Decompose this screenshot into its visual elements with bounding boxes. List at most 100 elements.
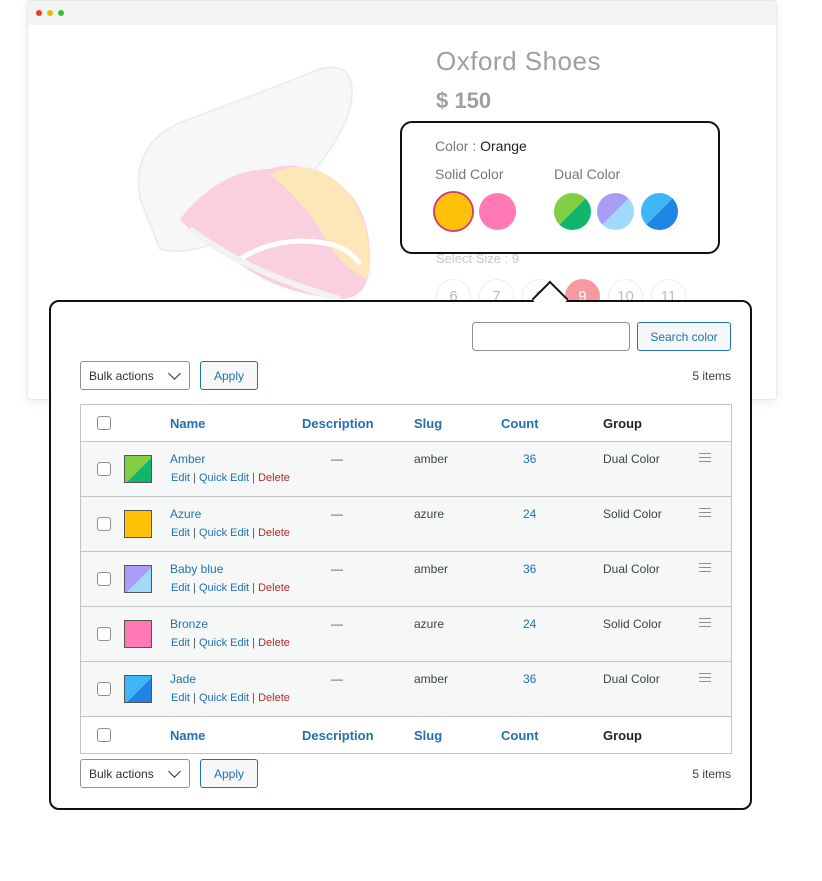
color-name-link[interactable]: Amber xyxy=(170,452,205,466)
slug-cell: amber xyxy=(414,562,449,576)
color-name-link[interactable]: Jade xyxy=(170,672,196,686)
quick-edit-link[interactable]: Quick Edit xyxy=(199,637,249,649)
solid-color-label: Solid Color xyxy=(435,166,504,182)
column-description[interactable]: Description xyxy=(302,416,374,431)
solid-swatch-bronze[interactable] xyxy=(479,193,516,230)
column-slug-footer[interactable]: Slug xyxy=(414,728,442,743)
color-name-link[interactable]: Baby blue xyxy=(170,562,223,576)
action-separator: | xyxy=(193,472,196,484)
row-actions: Edit | Quick Edit | Delete xyxy=(171,692,290,704)
column-slug[interactable]: Slug xyxy=(414,416,442,431)
action-separator: | xyxy=(193,637,196,649)
slug-cell: azure xyxy=(414,617,445,631)
color-admin-panel: Search color Bulk actions Apply 5 items … xyxy=(49,300,752,810)
group-cell: Dual Color xyxy=(603,562,660,576)
action-separator: | xyxy=(252,582,256,594)
close-dot-icon[interactable] xyxy=(36,10,42,16)
group-cell: Solid Color xyxy=(603,617,662,631)
action-separator: | xyxy=(252,472,256,484)
count-link[interactable]: 36 xyxy=(523,452,536,466)
delete-link[interactable]: Delete xyxy=(258,637,290,649)
colors-table: Name Description Slug Count Group Amber E… xyxy=(80,404,732,754)
action-separator: | xyxy=(252,527,256,539)
delete-link[interactable]: Delete xyxy=(258,472,290,484)
delete-link[interactable]: Delete xyxy=(258,527,290,539)
delete-link[interactable]: Delete xyxy=(258,582,290,594)
callout-pointer-mask xyxy=(530,302,570,312)
product-image xyxy=(100,49,400,309)
drag-handle-icon[interactable] xyxy=(699,618,711,630)
column-description-footer[interactable]: Description xyxy=(302,728,374,743)
minimize-dot-icon[interactable] xyxy=(47,10,53,16)
quick-edit-link[interactable]: Quick Edit xyxy=(199,527,249,539)
column-count[interactable]: Count xyxy=(501,416,539,431)
action-separator: | xyxy=(252,692,256,704)
row-checkbox[interactable] xyxy=(97,462,111,476)
apply-button-top[interactable]: Apply xyxy=(200,361,258,390)
row-checkbox[interactable] xyxy=(97,627,111,641)
solid-swatch-amber[interactable] xyxy=(435,193,472,230)
color-name-link[interactable]: Bronze xyxy=(170,617,208,631)
dual-swatch-amber[interactable] xyxy=(554,193,591,230)
items-count-top: 5 items xyxy=(692,369,731,383)
group-cell: Solid Color xyxy=(603,507,662,521)
column-count-footer[interactable]: Count xyxy=(501,728,539,743)
select-all-checkbox[interactable] xyxy=(97,416,111,430)
column-name-footer[interactable]: Name xyxy=(170,728,205,743)
drag-handle-icon[interactable] xyxy=(699,673,711,685)
count-link[interactable]: 24 xyxy=(523,507,536,521)
description-cell: — xyxy=(331,452,343,466)
chevron-down-icon xyxy=(168,367,181,380)
row-checkbox[interactable] xyxy=(97,572,111,586)
count-link[interactable]: 36 xyxy=(523,672,536,686)
action-separator: | xyxy=(252,637,256,649)
action-separator: | xyxy=(193,527,196,539)
drag-handle-icon[interactable] xyxy=(699,563,711,575)
dual-swatch-jade[interactable] xyxy=(641,193,678,230)
count-link[interactable]: 24 xyxy=(523,617,536,631)
edit-link[interactable]: Edit xyxy=(171,582,190,594)
table-row: Azure Edit | Quick Edit | Delete — azure 24 S… xyxy=(81,497,731,552)
count-link[interactable]: 36 xyxy=(523,562,536,576)
edit-link[interactable]: Edit xyxy=(171,472,190,484)
quick-edit-link[interactable]: Quick Edit xyxy=(199,472,249,484)
color-name-link[interactable]: Azure xyxy=(170,507,201,521)
bulk-actions-select-top[interactable]: Bulk actions xyxy=(80,361,190,390)
slug-cell: amber xyxy=(414,452,449,466)
browser-titlebar xyxy=(28,1,776,25)
table-row: Amber Edit | Quick Edit | Delete — amber 36 D… xyxy=(81,442,731,497)
edit-link[interactable]: Edit xyxy=(171,637,190,649)
quick-edit-link[interactable]: Quick Edit xyxy=(199,582,249,594)
edit-link[interactable]: Edit xyxy=(171,527,190,539)
row-checkbox[interactable] xyxy=(97,682,111,696)
items-count-bottom: 5 items xyxy=(692,767,731,781)
product-price: $ 150 xyxy=(436,88,492,113)
select-all-checkbox-footer[interactable] xyxy=(97,728,111,742)
action-separator: | xyxy=(193,692,196,704)
row-actions: Edit | Quick Edit | Delete xyxy=(171,582,290,594)
apply-button-bottom[interactable]: Apply xyxy=(200,759,258,788)
quick-edit-link[interactable]: Quick Edit xyxy=(199,692,249,704)
group-cell: Dual Color xyxy=(603,452,660,466)
bulk-actions-select-bottom[interactable]: Bulk actions xyxy=(80,759,190,788)
search-input[interactable] xyxy=(472,322,630,351)
description-cell: — xyxy=(331,562,343,576)
selected-color-line: Color : Orange xyxy=(435,138,527,154)
color-value: Orange xyxy=(480,138,527,154)
row-actions: Edit | Quick Edit | Delete xyxy=(171,637,290,649)
table-footer: Name Description Slug Count Group xyxy=(81,716,731,753)
drag-handle-icon[interactable] xyxy=(699,453,711,465)
search-color-button[interactable]: Search color xyxy=(637,322,731,351)
edit-link[interactable]: Edit xyxy=(171,692,190,704)
drag-handle-icon[interactable] xyxy=(699,508,711,520)
delete-link[interactable]: Delete xyxy=(258,692,290,704)
slug-cell: amber xyxy=(414,672,449,686)
column-group-footer: Group xyxy=(603,728,642,743)
color-thumbnail xyxy=(124,565,152,593)
chevron-down-icon xyxy=(168,765,181,778)
column-name[interactable]: Name xyxy=(170,416,205,431)
dual-swatch-baby-blue[interactable] xyxy=(597,193,634,230)
color-label: Color : xyxy=(435,138,477,154)
maximize-dot-icon[interactable] xyxy=(58,10,64,16)
row-checkbox[interactable] xyxy=(97,517,111,531)
